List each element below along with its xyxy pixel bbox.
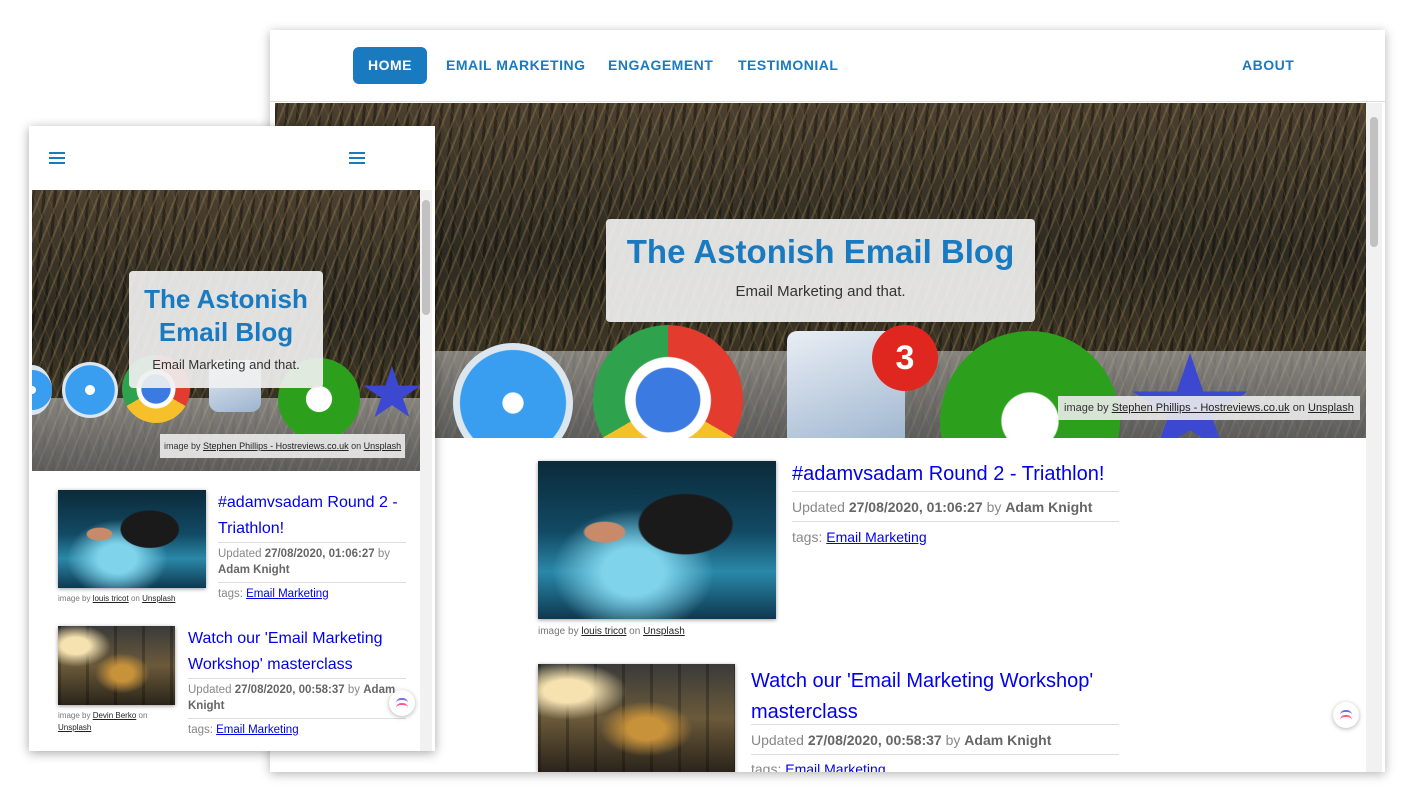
credit-author-link[interactable]: Stephen Phillips - Hostreviews.co.uk [203,441,349,451]
post-thumbnail-triathlon[interactable] [58,490,206,588]
mobile-navigation [29,126,435,190]
image-author-link[interactable]: louis tricot [93,594,129,603]
hero-image-credit: image by Stephen Phillips - Hostreviews.… [160,434,406,458]
tag-link[interactable]: Email Marketing [216,724,298,736]
credit-author-link[interactable]: Stephen Phillips - Hostreviews.co.uk [1112,402,1290,414]
post-tags: tags: Email Marketing [792,529,927,545]
blog-title: The Astonish Email Blog [626,233,1015,270]
post-thumbnail-workshop[interactable] [538,664,735,772]
divider [751,724,1119,725]
credit-source-link[interactable]: Unsplash [364,441,402,451]
image-author-link[interactable]: Devin Berko [93,711,137,720]
post-tags: tags: Email Marketing [218,588,329,600]
scrollbar-thumb[interactable] [1370,117,1378,247]
post-title-link[interactable]: #adamvsadam Round 2 - Triathlon! [218,490,398,542]
post-title-link[interactable]: #adamvsadam Round 2 - Triathlon! [792,463,1104,486]
safari-icon [62,362,118,418]
desktop-browser-window: HOME EMAIL MARKETING ENGAGEMENT TESTIMON… [270,30,1385,772]
hero-title-card: The Astonish Email Blog Email Marketing … [129,271,323,388]
image-author-link[interactable]: louis tricot [581,626,626,637]
desktop-scrollbar[interactable] [1366,103,1382,772]
nav-testimonial[interactable]: TESTIMONIAL [738,47,838,84]
blog-subtitle: Email Marketing and that. [152,357,300,372]
image-source-link[interactable]: Unsplash [58,723,91,732]
mobile-hero-banner: The Astonish Email Blog Email Marketing … [32,190,420,471]
hero-image-credit: image by Stephen Phillips - Hostreviews.… [1058,396,1360,420]
hamburger-menu-icon[interactable] [349,152,365,164]
post-image-credit: image by Devin Berko on Unsplash [58,711,148,732]
tag-link[interactable]: Email Marketing [826,529,926,545]
nav-engagement[interactable]: ENGAGEMENT [608,47,713,84]
scrollbar-thumb[interactable] [422,200,430,315]
mobile-scrollbar[interactable] [420,190,432,751]
tag-link[interactable]: Email Marketing [246,588,328,600]
image-source-link[interactable]: Unsplash [643,626,685,637]
notification-badge: 3 [872,325,938,391]
divider [792,491,1119,492]
clickup-logo-icon[interactable] [1333,702,1359,728]
mobile-browser-window: The Astonish Email Blog Email Marketing … [29,126,435,751]
nav-email-marketing[interactable]: EMAIL MARKETING [446,47,585,84]
credit-source-link[interactable]: Unsplash [1308,402,1354,414]
post-title-link[interactable]: Watch our 'Email Marketing Workshop' mas… [188,626,383,678]
blog-title: The Astonish Email Blog [144,284,308,347]
divider [188,718,406,719]
nav-about[interactable]: ABOUT [1242,47,1294,84]
post-thumbnail-workshop[interactable] [58,626,175,705]
divider [218,542,406,543]
hamburger-menu-icon[interactable] [49,152,65,164]
clickup-logo-icon[interactable] [389,690,415,716]
divider [751,754,1119,755]
tag-link[interactable]: Email Marketing [785,761,885,772]
post-thumbnail-triathlon[interactable] [538,461,776,619]
hero-banner: 3 The Astonish Email Blog Email Marketin… [275,103,1367,438]
post-tags: tags: Email Marketing [188,724,299,736]
post-meta: Updated 27/08/2020, 00:58:37 by Adam Kni… [751,732,1052,748]
blog-subtitle: Email Marketing and that. [735,283,906,300]
divider [792,521,1119,522]
post-meta: Updated 27/08/2020, 00:58:37 by Adam Knig… [188,684,396,712]
post-title-link[interactable]: Watch our 'Email Marketing Workshop' mas… [751,666,1093,728]
image-source-link[interactable]: Unsplash [142,594,175,603]
post-image-credit: image by louis tricot on Unsplash [538,626,685,637]
top-navigation: HOME EMAIL MARKETING ENGAGEMENT TESTIMON… [270,30,1385,102]
post-image-credit: image by louis tricot on Unsplash [58,594,176,603]
nav-home[interactable]: HOME [353,47,427,84]
post-meta: Updated 27/08/2020, 01:06:27 by Adam Knig… [218,548,391,576]
hero-title-card: The Astonish Email Blog Email Marketing … [606,219,1035,322]
post-tags: tags: Email Marketing [751,761,886,772]
divider [218,582,406,583]
divider [188,678,406,679]
post-meta: Updated 27/08/2020, 01:06:27 by Adam Kni… [792,499,1093,515]
